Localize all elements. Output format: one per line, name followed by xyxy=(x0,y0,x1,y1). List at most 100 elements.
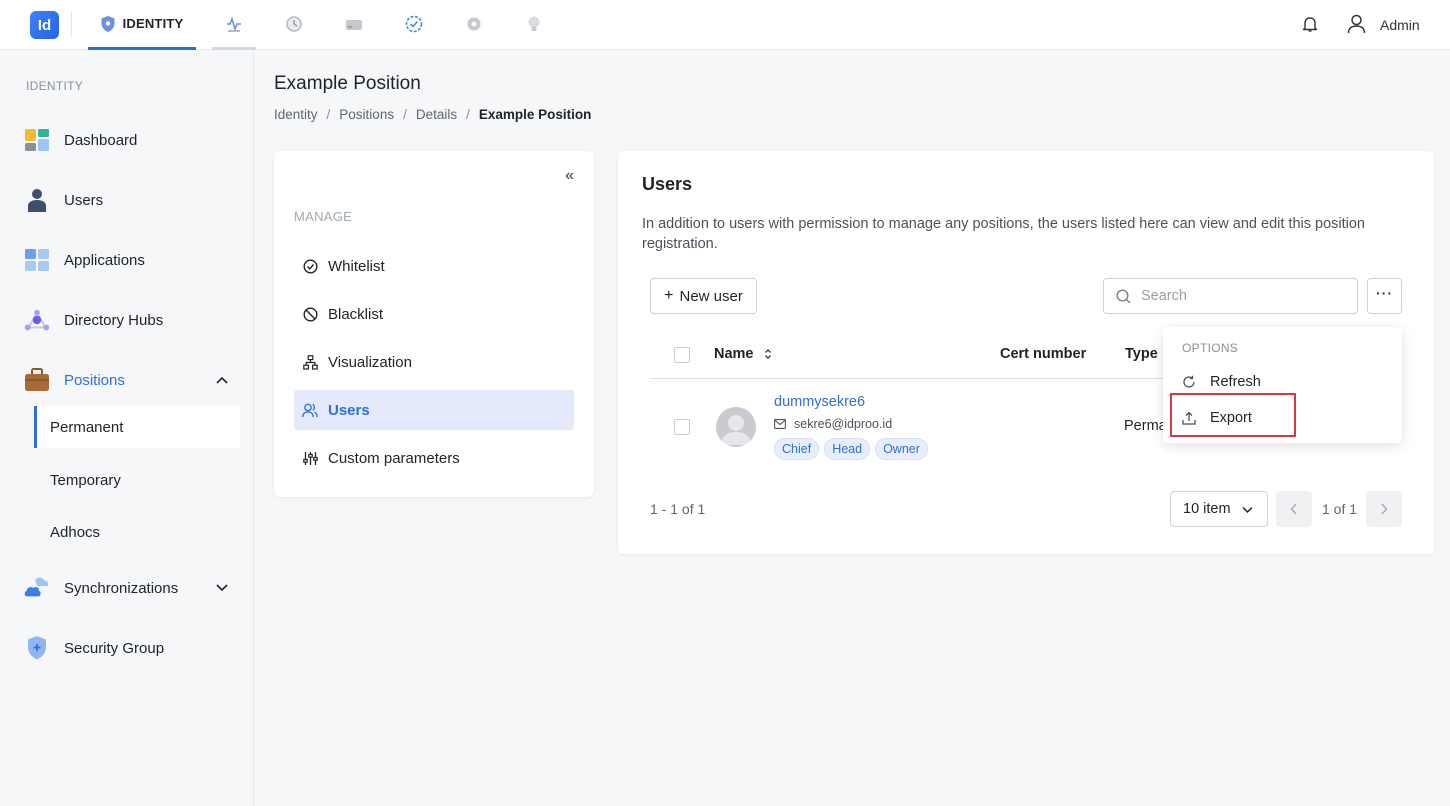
storage-icon[interactable] xyxy=(345,15,363,33)
manage-item-label: Visualization xyxy=(328,353,412,371)
pagination-range: 1 - 1 of 1 xyxy=(650,501,706,517)
manage-panel: « MANAGE Whitelist Blacklist Visualizati… xyxy=(274,151,594,497)
page-size-select[interactable]: 10 item xyxy=(1170,491,1268,527)
sidebar-item-label: Security Group xyxy=(64,639,165,657)
manage-item-custom-parameters[interactable]: Custom parameters xyxy=(294,438,574,478)
sidebar-subitem-permanent[interactable]: Permanent xyxy=(34,406,240,448)
chevron-up-icon[interactable] xyxy=(216,375,228,385)
check-circle-icon xyxy=(302,258,318,274)
sidebar-heading: IDENTITY xyxy=(26,79,84,93)
hierarchy-icon xyxy=(302,354,318,370)
menu-item-export[interactable]: Export xyxy=(1163,401,1402,435)
manage-item-label: Users xyxy=(328,401,370,419)
sidebar-item-security-group[interactable]: Security Group xyxy=(24,630,234,666)
manage-item-blacklist[interactable]: Blacklist xyxy=(294,294,574,334)
menu-item-label: Refresh xyxy=(1210,374,1261,390)
sidebar-item-label: Users xyxy=(64,191,104,209)
sidebar-item-directory-hubs[interactable]: Directory Hubs xyxy=(24,302,234,338)
page-size-value: 10 item xyxy=(1183,501,1231,517)
manage-item-visualization[interactable]: Visualization xyxy=(294,342,574,382)
sidebar-item-users[interactable]: Users xyxy=(24,182,234,218)
sidebar-item-positions[interactable]: Positions xyxy=(24,362,234,398)
users-icon xyxy=(24,187,50,213)
sidebar-item-label: Applications xyxy=(64,251,145,269)
upload-icon xyxy=(1182,411,1196,425)
applications-icon xyxy=(24,247,50,273)
chevron-down-icon xyxy=(1242,506,1253,514)
manage-item-users[interactable]: Users xyxy=(294,390,574,430)
collapse-button[interactable]: « xyxy=(565,167,574,185)
history-icon[interactable] xyxy=(285,15,303,33)
manage-item-label: Whitelist xyxy=(328,257,385,275)
directory-hubs-icon xyxy=(24,307,50,333)
new-user-button[interactable]: + New user xyxy=(650,278,757,314)
check-circle-icon[interactable] xyxy=(405,15,423,33)
row-checkbox[interactable] xyxy=(674,419,690,435)
breadcrumb-item[interactable]: Positions xyxy=(339,107,394,122)
gear-icon[interactable] xyxy=(465,15,483,33)
sidebar-item-label: Directory Hubs xyxy=(64,311,164,329)
breadcrumb-item[interactable]: Details xyxy=(416,107,457,122)
mail-icon xyxy=(774,419,786,429)
cloud-sync-icon xyxy=(24,575,50,601)
new-user-label: New user xyxy=(679,287,743,305)
sidebar-item-label: Dashboard xyxy=(64,131,138,149)
shield-icon xyxy=(101,15,115,32)
more-options-button[interactable]: ··· xyxy=(1367,278,1402,314)
options-dropdown: OPTIONS Refresh Export xyxy=(1163,327,1402,443)
user-type: Perma xyxy=(1124,418,1167,434)
manage-item-whitelist[interactable]: Whitelist xyxy=(294,246,574,286)
top-bar: Id IDENTITY Admin xyxy=(0,0,1450,50)
search-box[interactable] xyxy=(1103,278,1358,314)
sidebar-item-label: Positions xyxy=(64,371,125,389)
tab-monitoring[interactable] xyxy=(212,0,256,50)
sidebar-item-dashboard[interactable]: Dashboard xyxy=(24,122,234,158)
chevron-left-icon xyxy=(1290,503,1297,515)
breadcrumb: Identity / Positions / Details / Example… xyxy=(274,107,591,122)
breadcrumb-item[interactable]: Identity xyxy=(274,107,318,122)
manage-heading: MANAGE xyxy=(294,209,353,224)
app-logo[interactable]: Id xyxy=(30,11,59,39)
column-header-name[interactable]: Name xyxy=(714,346,754,362)
user-email: sekre6@idproo.id xyxy=(774,417,892,431)
user-tags: Chief Head Owner xyxy=(774,438,928,460)
shield-plus-icon xyxy=(24,635,50,661)
refresh-icon xyxy=(1183,375,1195,388)
divider xyxy=(71,12,72,38)
user-icon[interactable] xyxy=(1347,14,1366,34)
bell-icon[interactable] xyxy=(1301,15,1319,33)
block-icon xyxy=(302,306,318,322)
avatar xyxy=(716,407,756,447)
breadcrumb-separator: / xyxy=(466,107,470,122)
tab-identity[interactable]: IDENTITY xyxy=(88,0,196,50)
role-tag: Head xyxy=(824,438,871,460)
search-input[interactable] xyxy=(1141,288,1341,304)
page-title: Example Position xyxy=(274,73,421,94)
previous-page-button[interactable] xyxy=(1276,491,1312,527)
menu-item-refresh[interactable]: Refresh xyxy=(1163,365,1402,399)
lightbulb-icon[interactable] xyxy=(525,15,543,33)
sort-icon[interactable] xyxy=(764,348,772,360)
role-tag: Chief xyxy=(774,438,820,460)
sidebar-subitem-temporary[interactable]: Temporary xyxy=(34,459,240,501)
user-email-text: sekre6@idproo.id xyxy=(794,417,893,431)
sidebar-item-applications[interactable]: Applications xyxy=(24,242,234,278)
select-all-checkbox[interactable] xyxy=(674,347,690,363)
users-description: In addition to users with permission to … xyxy=(642,216,1365,252)
chevron-down-icon[interactable] xyxy=(216,583,228,593)
plus-icon: + xyxy=(664,287,674,304)
sidebar-subitem-adhocs[interactable]: Adhocs xyxy=(34,511,240,553)
breadcrumb-separator: / xyxy=(403,107,407,122)
next-page-button[interactable] xyxy=(1366,491,1402,527)
monitor-icon xyxy=(227,16,241,32)
sidebar-item-label: Synchronizations xyxy=(64,579,179,597)
admin-label[interactable]: Admin xyxy=(1380,17,1420,33)
column-header-type[interactable]: Type xyxy=(1125,346,1158,362)
column-header-cert-number[interactable]: Cert number xyxy=(1000,346,1086,362)
user-name-link[interactable]: dummysekre6 xyxy=(774,394,865,410)
dashboard-icon xyxy=(24,127,50,153)
sidebar-item-synchronizations[interactable]: Synchronizations xyxy=(24,570,234,606)
users-icon xyxy=(302,402,318,418)
role-tag: Owner xyxy=(875,438,928,460)
users-title: Users xyxy=(642,174,693,194)
